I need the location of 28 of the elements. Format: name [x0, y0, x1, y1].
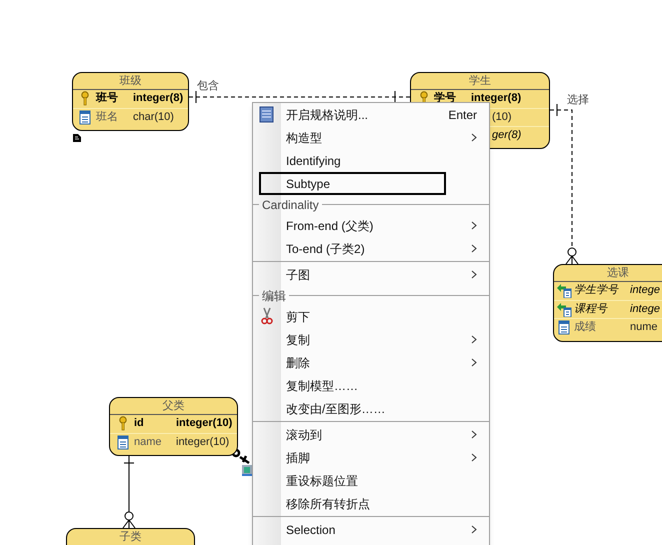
column-type: intege [630, 304, 660, 315]
column-name: id [134, 418, 144, 429]
entity-title: 选课 [607, 268, 629, 278]
column-type: (10) [492, 112, 512, 123]
column-name: 班名 [96, 112, 118, 123]
shortcut-label: Enter [448, 106, 477, 124]
entity-title: 子类 [120, 532, 142, 542]
column-type: integer(8) [471, 93, 522, 104]
column-type: integer(10) [176, 437, 230, 448]
column-type: integer(8) [133, 93, 184, 104]
column-type: ger(8) [492, 130, 522, 141]
column-type: integer(10) [176, 418, 232, 429]
column-name: 学生学号 [574, 285, 618, 296]
entity-title: 学生 [469, 76, 491, 86]
entity-title: 班级 [120, 76, 142, 86]
column-name: 班号 [96, 93, 118, 104]
menu-section-label: 编辑 [261, 290, 287, 302]
entity-title: 父类 [162, 400, 184, 412]
column-type: nume [630, 322, 658, 333]
column-type: intege [630, 285, 660, 296]
relationship-label: 包含 [197, 81, 219, 92]
column-type: char(10) [133, 112, 174, 123]
column-name: 课程号 [574, 304, 607, 315]
column-name: 成绩 [574, 322, 596, 333]
menu-section-label: Cardinality [261, 198, 320, 210]
relationship-label: 选择 [567, 95, 589, 106]
column-name: name [134, 437, 162, 448]
column-name: 学号 [434, 93, 456, 104]
